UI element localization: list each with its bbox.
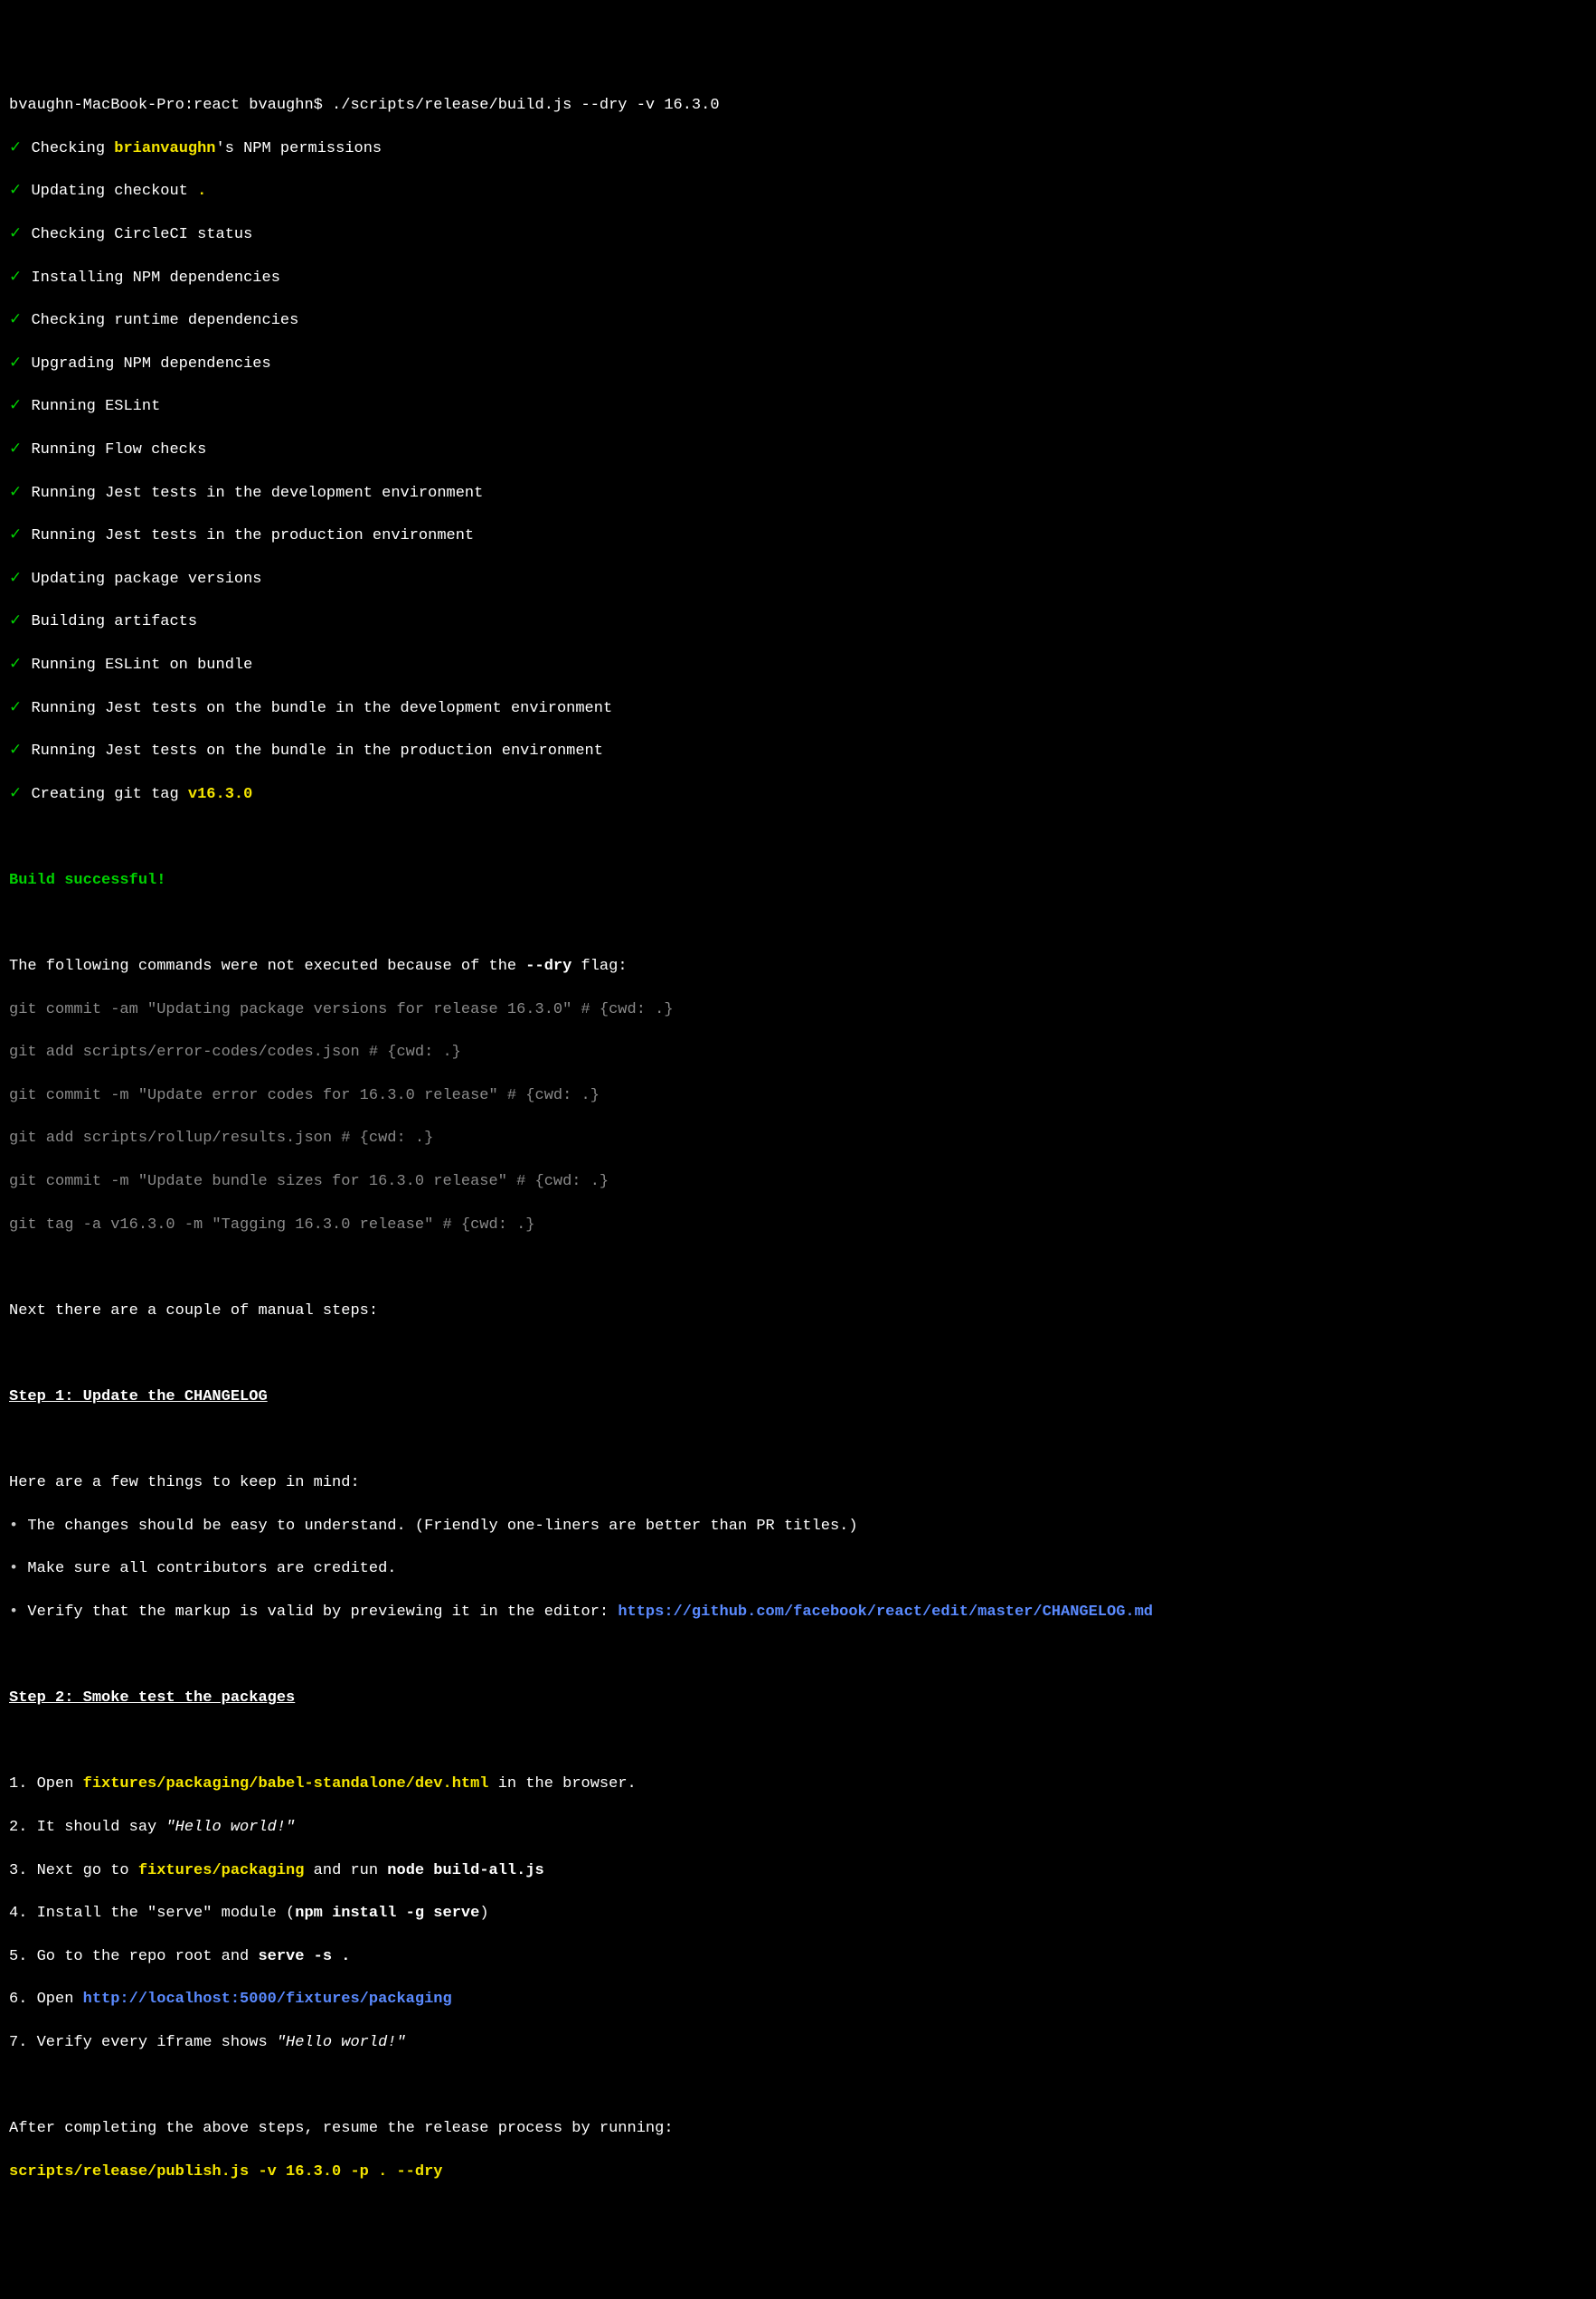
bullet-icon: • (9, 1604, 18, 1621)
check-icon: ✓ (9, 527, 22, 544)
step-line: ✓ Building artifacts (9, 611, 1587, 633)
check-icon: ✓ (9, 270, 22, 287)
manual-intro: Next there are a couple of manual steps: (9, 1301, 1587, 1322)
step-line: ✓ Installing NPM dependencies (9, 268, 1587, 289)
dry-intro: The following commands were not executed… (9, 956, 1587, 978)
step-text: Updating package versions (31, 571, 261, 588)
check-icon: ✓ (9, 355, 22, 373)
blank-line (9, 827, 1587, 848)
prompt-line: bvaughn-MacBook-Pro:react bvaughn$ ./scr… (9, 95, 1587, 117)
blank-line (9, 2076, 1587, 2097)
step-text: Creating git tag (31, 786, 187, 803)
step-line: ✓ Updating package versions (9, 569, 1587, 591)
step2-item: 7. Verify every iframe shows "Hello worl… (9, 2032, 1587, 2054)
blank-line (9, 1731, 1587, 1753)
step-line: ✓ Running ESLint (9, 396, 1587, 418)
check-icon: ✓ (9, 312, 22, 329)
fixture-path: fixtures/packaging/babel-standalone/dev.… (83, 1775, 489, 1793)
step-line: ✓ Running Jest tests on the bundle in th… (9, 741, 1587, 762)
step-text: Running Jest tests in the development en… (31, 485, 483, 502)
step-line: ✓ Running Jest tests in the development … (9, 483, 1587, 505)
step-text: Upgrading NPM dependencies (31, 355, 270, 373)
step-line: ✓ Checking CircleCI status (9, 224, 1587, 246)
dry-command: git tag -a v16.3.0 -m "Tagging 16.3.0 re… (9, 1215, 1587, 1236)
check-icon: ✓ (9, 571, 22, 588)
step2-item: 2. It should say "Hello world!" (9, 1817, 1587, 1839)
bullet-icon: • (9, 1518, 18, 1535)
blank-line (9, 913, 1587, 934)
changelog-url[interactable]: https://github.com/facebook/react/edit/m… (618, 1604, 1153, 1621)
step1-bullet: • Verify that the markup is valid by pre… (9, 1602, 1587, 1623)
step-text: Building artifacts (31, 613, 197, 630)
build-success: Build successful! (9, 870, 1587, 892)
localhost-url[interactable]: http://localhost:5000/fixtures/packaging (83, 1991, 452, 2008)
check-icon: ✓ (9, 786, 22, 803)
build-all-cmd: node build-all.js (387, 1862, 543, 1879)
check-icon: ✓ (9, 743, 22, 760)
step-line: ✓ Running Jest tests in the production e… (9, 525, 1587, 547)
step-text: Updating checkout (31, 183, 197, 200)
step-line: ✓ Running Flow checks (9, 440, 1587, 461)
step-text: Checking CircleCI status (31, 226, 252, 243)
step-text: 's NPM permissions (216, 140, 382, 157)
step2-title: Step 2: Smoke test the packages (9, 1688, 1587, 1709)
step-line: ✓ Checking brianvaughn's NPM permissions (9, 138, 1587, 160)
step1-bullet: • Make sure all contributors are credite… (9, 1558, 1587, 1580)
check-icon: ✓ (9, 613, 22, 630)
npm-install-cmd: npm install -g serve (295, 1905, 479, 1922)
step2-item: 5. Go to the repo root and serve -s . (9, 1946, 1587, 1968)
dry-command: git add scripts/error-codes/codes.json #… (9, 1042, 1587, 1064)
check-icon: ✓ (9, 700, 22, 717)
fixtures-path: fixtures/packaging (138, 1862, 305, 1879)
hello-world-text: "Hello world!" (165, 1819, 295, 1836)
step-line: ✓ Creating git tag v16.3.0 (9, 784, 1587, 806)
blank-line (9, 1645, 1587, 1667)
dry-command: git add scripts/rollup/results.json # {c… (9, 1128, 1587, 1150)
step-text: Running ESLint (31, 398, 160, 415)
dry-command: git commit -m "Update error codes for 16… (9, 1085, 1587, 1107)
step-text: Running Jest tests on the bundle in the … (31, 700, 612, 717)
step-text: Running Jest tests in the production env… (31, 527, 474, 544)
step-line: ✓ Updating checkout . (9, 181, 1587, 203)
git-tag: v16.3.0 (188, 786, 252, 803)
step-line: ✓ Running Jest tests on the bundle in th… (9, 698, 1587, 720)
blank-line (9, 1430, 1587, 1452)
step-text: Checking (31, 140, 114, 157)
dry-command: git commit -m "Update bundle sizes for 1… (9, 1171, 1587, 1193)
resume-intro: After completing the above steps, resume… (9, 2118, 1587, 2140)
bullet-icon: • (9, 1560, 18, 1577)
step1-intro: Here are a few things to keep in mind: (9, 1472, 1587, 1494)
step-text: Running Jest tests on the bundle in the … (31, 743, 603, 760)
serve-cmd: serve -s . (258, 1948, 350, 1965)
username: brianvaughn (114, 140, 215, 157)
dry-command: git commit -am "Updating package version… (9, 999, 1587, 1021)
step1-bullet: • The changes should be easy to understa… (9, 1516, 1587, 1537)
blank-line (9, 1257, 1587, 1279)
check-icon: ✓ (9, 226, 22, 243)
step-line: ✓ Running ESLint on bundle (9, 655, 1587, 676)
step1-title: Step 1: Update the CHANGELOG (9, 1386, 1587, 1408)
step2-item: 1. Open fixtures/packaging/babel-standal… (9, 1774, 1587, 1795)
check-icon: ✓ (9, 441, 22, 459)
step-text: Running ESLint on bundle (31, 657, 252, 674)
dry-flag: --dry (525, 958, 571, 975)
resume-command: scripts/release/publish.js -v 16.3.0 -p … (9, 2162, 1587, 2183)
check-icon: ✓ (9, 657, 22, 674)
step2-item: 4. Install the "serve" module (npm insta… (9, 1903, 1587, 1925)
step-line: ✓ Upgrading NPM dependencies (9, 354, 1587, 375)
check-icon: ✓ (9, 398, 22, 415)
blank-line (9, 1343, 1587, 1365)
checkout-dot: . (197, 183, 206, 200)
step-text: Running Flow checks (31, 441, 206, 459)
check-icon: ✓ (9, 183, 22, 200)
step-line: ✓ Checking runtime dependencies (9, 310, 1587, 332)
hello-world-text: "Hello world!" (277, 2034, 406, 2051)
step2-item: 3. Next go to fixtures/packaging and run… (9, 1860, 1587, 1882)
check-icon: ✓ (9, 140, 22, 157)
step-text: Checking runtime dependencies (31, 312, 298, 329)
step-text: Installing NPM dependencies (31, 270, 279, 287)
step2-item: 6. Open http://localhost:5000/fixtures/p… (9, 1989, 1587, 2010)
check-icon: ✓ (9, 485, 22, 502)
